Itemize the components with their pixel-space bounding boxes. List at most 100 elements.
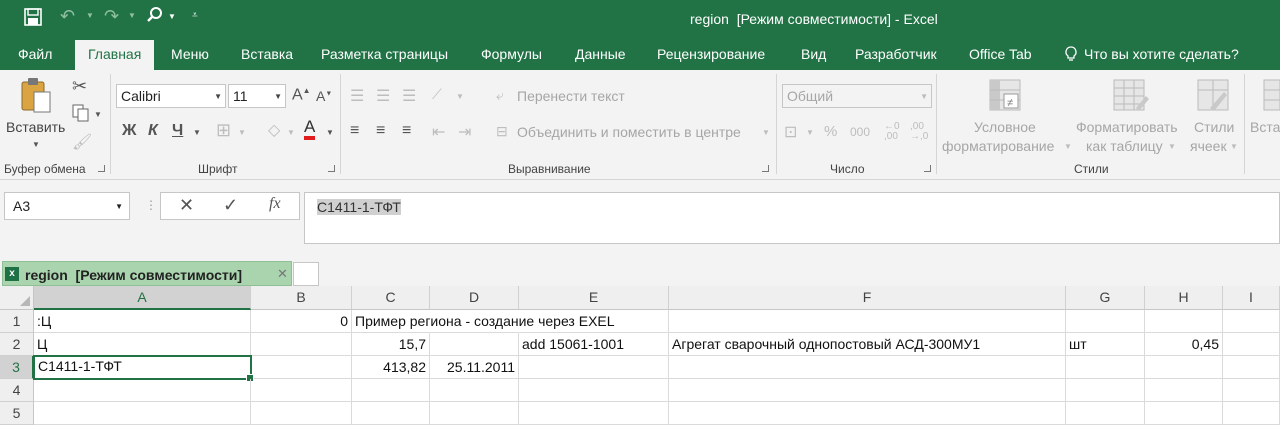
column-header-b[interactable]: B xyxy=(251,286,352,310)
copy-dropdown-icon[interactable]: ▼ xyxy=(94,110,102,119)
cell-d5[interactable] xyxy=(430,402,519,425)
chevron-down-icon[interactable]: ▼ xyxy=(214,92,222,101)
font-color-icon[interactable]: A xyxy=(304,118,316,140)
cell-f2[interactable]: Агрегат сварочный однопостовый АСД-300МУ… xyxy=(669,333,1066,356)
italic-button[interactable]: К xyxy=(148,122,158,140)
tab-formulas[interactable]: Формулы xyxy=(481,46,542,62)
tab-file[interactable]: Файл xyxy=(18,46,52,62)
cell-i1[interactable] xyxy=(1223,310,1280,333)
cell-b3[interactable] xyxy=(251,356,352,379)
select-all-button[interactable] xyxy=(0,286,34,310)
merge-dropdown-icon[interactable]: ▼ xyxy=(762,128,770,137)
insert-cells-button[interactable]: Вста xyxy=(1250,119,1280,135)
tell-me-box[interactable]: Что вы хотите сделать? xyxy=(1084,46,1239,62)
borders-icon[interactable]: ⊞ xyxy=(216,120,231,141)
column-header-a[interactable]: A xyxy=(34,286,251,310)
row-header-1[interactable]: 1 xyxy=(0,310,34,333)
undo-icon[interactable]: ↶ xyxy=(60,6,75,27)
row-header-3[interactable]: 3 xyxy=(0,356,34,379)
cell-styles-line2[interactable]: ячеек xyxy=(1190,138,1227,154)
column-header-f[interactable]: F xyxy=(669,286,1066,310)
increase-indent-icon[interactable]: ⇥ xyxy=(458,122,471,142)
currency-icon[interactable]: ⊡ xyxy=(784,122,797,142)
cell-g1[interactable] xyxy=(1066,310,1145,333)
increase-font-icon[interactable]: A▲ xyxy=(292,86,311,104)
cell-a5[interactable] xyxy=(34,402,251,425)
cell-b1[interactable]: 0 xyxy=(251,310,352,333)
cell-h4[interactable] xyxy=(1145,379,1223,402)
font-launcher-icon[interactable] xyxy=(328,165,335,172)
format-painter-icon[interactable]: 🖌 xyxy=(72,132,92,152)
cell-d2[interactable] xyxy=(430,333,519,356)
search-dropdown-icon[interactable]: ▼ xyxy=(168,12,176,21)
wrap-text-icon[interactable]: ⤶ xyxy=(496,87,504,104)
cell-b5[interactable] xyxy=(251,402,352,425)
align-right-icon[interactable]: ≡ xyxy=(402,122,411,140)
align-middle-icon[interactable]: ☰ xyxy=(376,86,390,106)
merge-icon[interactable]: ⊟ xyxy=(496,123,508,140)
wrap-text-button[interactable]: Перенести текст xyxy=(517,88,625,104)
cell-i5[interactable] xyxy=(1223,402,1280,425)
new-tab-button[interactable] xyxy=(293,262,319,286)
cell-i3[interactable] xyxy=(1223,356,1280,379)
cell-c3[interactable]: 413,82 xyxy=(352,356,430,379)
cell-f3[interactable] xyxy=(669,356,1066,379)
number-launcher-icon[interactable] xyxy=(924,165,931,172)
insert-function-icon[interactable]: fx xyxy=(269,195,281,213)
column-header-e[interactable]: E xyxy=(519,286,669,310)
number-format-combo[interactable]: Общий ▼ xyxy=(782,84,932,108)
paste-icon[interactable] xyxy=(20,76,54,117)
cell-c2[interactable]: 15,7 xyxy=(352,333,430,356)
tab-developer[interactable]: Разработчик xyxy=(855,46,937,62)
cell-h2[interactable]: 0,45 xyxy=(1145,333,1223,356)
conditional-formatting-line1[interactable]: Условное xyxy=(974,119,1036,135)
cell-c1[interactable]: Пример региона - создание через EXEL xyxy=(352,310,615,333)
cell-g3[interactable] xyxy=(1066,356,1145,379)
cell-d3[interactable]: 25.11.2011 xyxy=(430,356,519,379)
column-header-h[interactable]: H xyxy=(1145,286,1223,310)
decrease-decimal-icon[interactable]: ,00 →,0 xyxy=(910,122,928,142)
tab-home[interactable]: Главная xyxy=(75,40,155,70)
format-as-table-line1[interactable]: Форматировать xyxy=(1076,119,1178,135)
column-header-g[interactable]: G xyxy=(1066,286,1145,310)
tab-page-layout[interactable]: Разметка страницы xyxy=(321,46,448,62)
cell-f1[interactable] xyxy=(669,310,1066,333)
cell-f5[interactable] xyxy=(669,402,1066,425)
cell-a2[interactable]: Ц xyxy=(34,333,251,356)
cell-styles-dropdown-icon[interactable]: ▼ xyxy=(1230,142,1238,151)
decrease-font-icon[interactable]: A▼ xyxy=(316,88,332,104)
cell-e3[interactable] xyxy=(519,356,669,379)
column-header-c[interactable]: C xyxy=(352,286,430,310)
customize-qat-icon[interactable]: ⩡ xyxy=(192,10,198,21)
thousands-button[interactable]: 000 xyxy=(850,125,870,139)
cell-a1[interactable]: :Ц xyxy=(34,310,251,333)
cell-g2[interactable]: шт xyxy=(1066,333,1145,356)
magnifier-icon[interactable] xyxy=(146,6,164,29)
cell-c5[interactable] xyxy=(352,402,430,425)
row-header-5[interactable]: 5 xyxy=(0,402,34,425)
cell-e5[interactable] xyxy=(519,402,669,425)
percent-button[interactable]: % xyxy=(824,123,837,140)
cell-f4[interactable] xyxy=(669,379,1066,402)
row-header-2[interactable]: 2 xyxy=(0,333,34,356)
merge-center-button[interactable]: Объединить и поместить в центре xyxy=(517,124,741,140)
cell-e4[interactable] xyxy=(519,379,669,402)
increase-decimal-icon[interactable]: ←0,00 xyxy=(884,122,900,142)
row-header-4[interactable]: 4 xyxy=(0,379,34,402)
align-center-icon[interactable]: ≡ xyxy=(376,122,385,140)
tab-menu[interactable]: Меню xyxy=(171,46,209,62)
enter-icon[interactable]: ✓ xyxy=(223,195,238,216)
format-as-table-icon[interactable] xyxy=(1112,78,1150,115)
clipboard-launcher-icon[interactable] xyxy=(98,165,105,172)
cell-h5[interactable] xyxy=(1145,402,1223,425)
paste-dropdown-icon[interactable]: ▼ xyxy=(32,140,40,149)
cancel-icon[interactable]: ✕ xyxy=(179,195,194,216)
cell-styles-icon[interactable] xyxy=(1196,78,1230,115)
alignment-launcher-icon[interactable] xyxy=(762,165,769,172)
cell-b2[interactable] xyxy=(251,333,352,356)
cell-e2[interactable]: add 15061-1001 xyxy=(519,333,669,356)
cell-g4[interactable] xyxy=(1066,379,1145,402)
cell-styles-line1[interactable]: Стили xyxy=(1194,119,1234,135)
align-top-icon[interactable]: ☰ xyxy=(350,86,364,106)
save-icon[interactable] xyxy=(24,8,42,31)
